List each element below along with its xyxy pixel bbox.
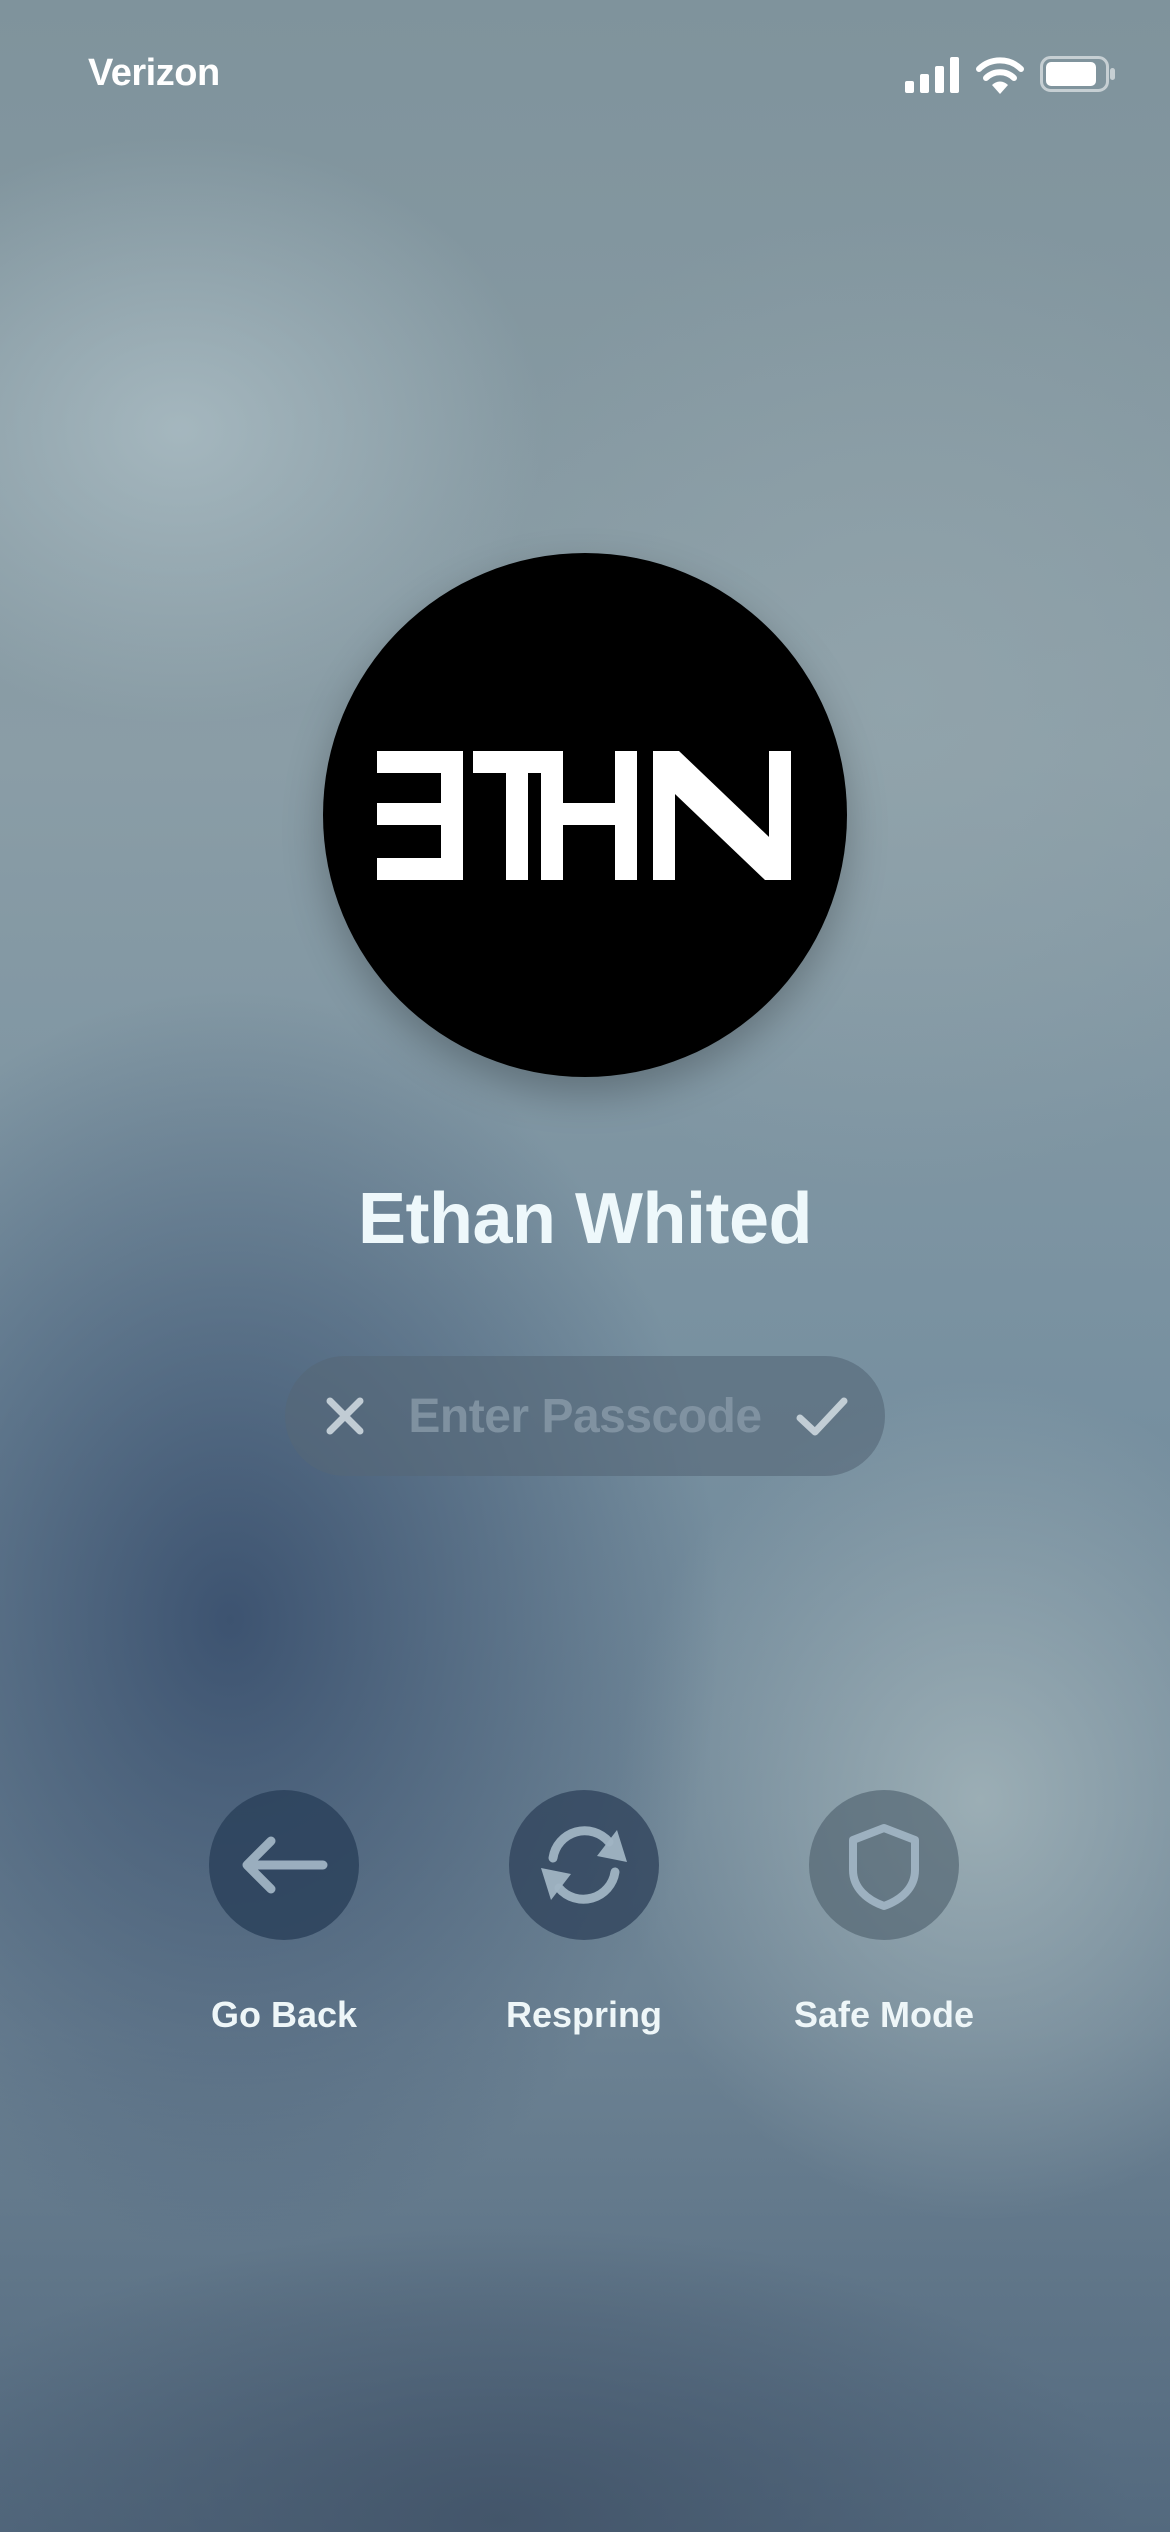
respring-button[interactable]: Respring: [434, 1790, 734, 2050]
respring-label: Respring: [505, 1994, 663, 2035]
wallpaper-background: [0, 0, 1170, 2532]
arrow-left-icon: [242, 1836, 328, 1894]
cellular-signal-icon: [905, 57, 959, 93]
safe-mode-button[interactable]: Safe Mode: [734, 1790, 1034, 2050]
go-back-label: Go Back: [210, 1994, 358, 2035]
battery-icon: [1040, 56, 1115, 92]
refresh-icon: [541, 1826, 627, 1904]
passcode-input[interactable]: [395, 1382, 775, 1450]
passcode-field-container: [285, 1356, 885, 1476]
user-name: Ethan Whited: [358, 1179, 812, 1259]
shield-icon: [849, 1824, 919, 1910]
respring-circle[interactable]: [509, 1790, 659, 1940]
profile-avatar: [323, 553, 847, 1077]
carrier-name: Verizon: [88, 52, 220, 94]
checkmark-icon[interactable]: [795, 1394, 849, 1438]
status-bar: Verizon: [0, 0, 1170, 150]
wifi-icon: [976, 57, 1024, 94]
go-back-button[interactable]: Go Back: [134, 1790, 434, 2050]
x-icon[interactable]: [323, 1394, 367, 1438]
go-back-circle[interactable]: [209, 1790, 359, 1940]
safe-mode-circle[interactable]: [809, 1790, 959, 1940]
safe-mode-label: Safe Mode: [793, 1994, 975, 2035]
ethn-logo: [377, 751, 791, 880]
